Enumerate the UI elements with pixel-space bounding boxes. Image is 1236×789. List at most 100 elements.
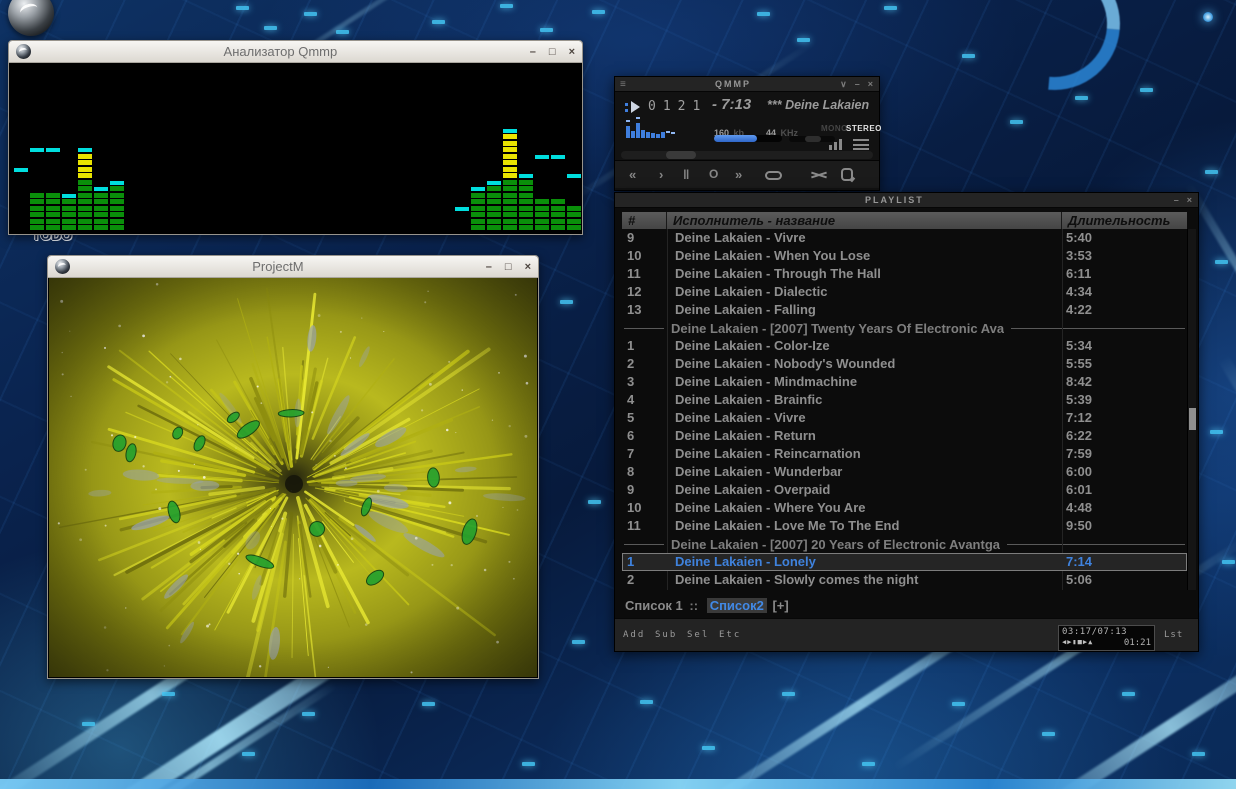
analyzer-bar-segment: [471, 206, 485, 211]
analyzer-bar-segment: [487, 206, 501, 211]
playlist-row[interactable]: 6Deine Lakaien - Return6:22: [622, 427, 1187, 445]
playlist-row[interactable]: 10Deine Lakaien - Where You Are4:48: [622, 499, 1187, 517]
pause-button[interactable]: ‖: [683, 167, 688, 182]
analyzer-peak-mark: [14, 168, 28, 172]
analyzer-peak-mark: [503, 129, 517, 133]
projectm-titlebar[interactable]: ProjectM – □ ×: [48, 256, 538, 278]
minimize-icon[interactable]: –: [530, 42, 536, 62]
playlist-row[interactable]: 8Deine Lakaien - Wunderbar6:00: [622, 463, 1187, 481]
playlist-group-row[interactable]: Deine Lakaien - [2007] Twenty Years Of E…: [622, 319, 1187, 337]
mini-visualizer-peak: [666, 131, 670, 133]
add-button[interactable]: Add: [623, 630, 645, 640]
playlist-row[interactable]: 10Deine Lakaien - When You Lose3:53: [622, 247, 1187, 265]
analyzer-bar-segment: [503, 180, 517, 185]
playlist-row[interactable]: 2Deine Lakaien - Slowly comes the night5…: [622, 571, 1187, 589]
analyzer-bar-segment: [471, 219, 485, 224]
etc-button[interactable]: Etc: [719, 630, 741, 640]
shade-icon[interactable]: ∨: [840, 79, 847, 90]
track-title: Deine Lakaien - Lonely: [667, 553, 1062, 571]
equalizer-button[interactable]: [829, 138, 845, 150]
track-title: Deine Lakaien - Love Me To The End: [667, 517, 1062, 535]
playlist-titlebar[interactable]: PLAYLIST – ×: [615, 193, 1198, 208]
playlist-row[interactable]: 1Deine Lakaien - Color-Ize5:34: [622, 337, 1187, 355]
previous-button[interactable]: «: [629, 167, 636, 182]
minimize-icon[interactable]: –: [1174, 195, 1179, 205]
analyzer-bar-segment: [110, 186, 124, 191]
player-window-title: QMMP: [626, 79, 840, 89]
track-title: *** Deine Lakaien: [767, 98, 869, 112]
column-number[interactable]: #: [622, 212, 667, 229]
bg-swirl: [961, 0, 1147, 117]
close-icon[interactable]: ×: [569, 42, 575, 62]
circuit-dash: [862, 762, 875, 766]
close-icon[interactable]: ×: [868, 79, 873, 90]
player-titlebar[interactable]: ≡ QMMP ∨ – ×: [615, 77, 879, 92]
analyzer-bar-segment: [78, 167, 92, 172]
close-icon[interactable]: ×: [525, 257, 531, 277]
volume-slider[interactable]: [714, 135, 782, 142]
column-artist-title[interactable]: Исполнитель - название: [667, 212, 1062, 229]
analyzer-titlebar[interactable]: Анализатор Qmmp – □ ×: [9, 41, 582, 63]
position-slider[interactable]: [621, 151, 873, 159]
playlist-row[interactable]: 12Deine Lakaien - Dialectic4:34: [622, 283, 1187, 301]
stop-button[interactable]: O: [709, 167, 718, 181]
analyzer-window-title: Анализатор Qmmp: [31, 44, 530, 59]
playlist-row-selected[interactable]: 1Deine Lakaien - Lonely7:14: [622, 553, 1187, 571]
mini-visualizer[interactable]: [626, 118, 676, 138]
analyzer-bar-segment: [503, 154, 517, 159]
maximize-icon[interactable]: □: [549, 42, 556, 62]
repeat-icon[interactable]: [841, 168, 853, 181]
track-duration: 6:00: [1062, 463, 1187, 481]
next-button[interactable]: »: [735, 167, 742, 182]
playlist-row[interactable]: 4Deine Lakaien - Brainfic5:39: [622, 391, 1187, 409]
analyzer-peak-mark: [535, 155, 549, 159]
close-icon[interactable]: ×: [1187, 195, 1192, 205]
track-number: 1: [622, 337, 667, 355]
track-duration: 5:06: [1062, 571, 1187, 589]
circuit-dash: [422, 702, 435, 706]
analyzer-bar-segment: [46, 219, 60, 224]
sel-button[interactable]: Sel: [687, 630, 709, 640]
mini-visualizer-bar: [661, 132, 665, 138]
new-playlist-button[interactable]: [+]: [772, 598, 788, 613]
playlist-row[interactable]: 11Deine Lakaien - Through The Hall6:11: [622, 265, 1187, 283]
analyzer-bar-segment: [503, 147, 517, 152]
minimize-icon[interactable]: –: [855, 79, 860, 90]
open-file-icon[interactable]: [765, 171, 782, 180]
playlist-row[interactable]: 5Deine Lakaien - Vivre7:12: [622, 409, 1187, 427]
playlist-tab-1[interactable]: Список 1: [625, 598, 683, 613]
lcd-transport-icons[interactable]: ◀▶▮■▶▲: [1062, 638, 1093, 648]
minimize-icon[interactable]: –: [486, 257, 492, 277]
playlist-row[interactable]: 11Deine Lakaien - Love Me To The End9:50: [622, 517, 1187, 535]
playlist-row[interactable]: 2Deine Lakaien - Nobody's Wounded5:55: [622, 355, 1187, 373]
mini-visualizer-bar: [636, 123, 640, 138]
playlist-row[interactable]: 9Deine Lakaien - Overpaid6:01: [622, 481, 1187, 499]
playlist-row[interactable]: 9Deine Lakaien - Vivre5:40: [622, 229, 1187, 247]
circuit-dash: [588, 500, 601, 504]
analyzer-bar-segment: [110, 225, 124, 230]
track-number: 5: [622, 409, 667, 427]
play-button[interactable]: ›: [659, 167, 663, 182]
playlist-button[interactable]: [853, 139, 869, 150]
playlist-group-row[interactable]: Deine Lakaien - [2007] 20 Years of Elect…: [622, 535, 1187, 553]
scrollbar-thumb[interactable]: [1189, 408, 1196, 430]
circuit-dash: [242, 752, 255, 756]
bg-glow-dot: [1203, 12, 1213, 22]
circuit-dash: [640, 700, 653, 704]
playlist-row[interactable]: 7Deine Lakaien - Reincarnation7:59: [622, 445, 1187, 463]
circuit-dash: [500, 4, 513, 8]
lst-button[interactable]: Lst: [1164, 630, 1183, 640]
time-display[interactable]: 0121: [648, 99, 707, 114]
analyzer-bar-segment: [519, 193, 533, 198]
playlist-scrollbar[interactable]: [1187, 229, 1196, 590]
shuffle-icon[interactable]: [811, 170, 827, 180]
playlist-row[interactable]: 13Deine Lakaien - Falling4:22: [622, 301, 1187, 319]
column-duration[interactable]: Длительность: [1062, 212, 1187, 229]
sub-button[interactable]: Sub: [655, 630, 677, 640]
analyzer-bar-segment: [62, 225, 76, 230]
analyzer-bar-segment: [503, 206, 517, 211]
playlist-tab-2[interactable]: Список2: [707, 598, 767, 613]
playlist-row[interactable]: 3Deine Lakaien - Mindmachine8:42: [622, 373, 1187, 391]
maximize-icon[interactable]: □: [505, 257, 512, 277]
remaining-time[interactable]: - 7:13: [712, 96, 751, 113]
